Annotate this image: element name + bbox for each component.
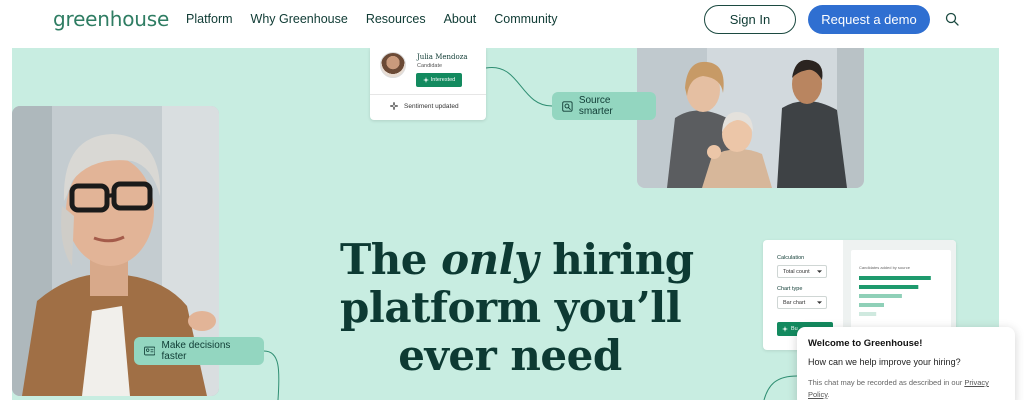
chart-bar <box>859 285 919 289</box>
source-smarter-pill: Source smarter <box>552 92 656 120</box>
nav-platform[interactable]: Platform <box>186 11 233 27</box>
pill-label: Make decisions faster <box>161 340 231 362</box>
search-icon[interactable] <box>945 12 959 26</box>
id-card-icon <box>144 346 156 356</box>
card-divider <box>370 94 486 95</box>
chart-title: Candidates added by source <box>859 265 910 270</box>
photo-illustration <box>637 48 864 188</box>
bar-chart <box>859 276 931 316</box>
chart-type-label: Chart type <box>777 286 803 292</box>
interested-badge: Interested <box>416 73 462 87</box>
headline-word: hiring <box>552 235 694 284</box>
chat-widget[interactable]: Welcome to Greenhouse! How can we help i… <box>797 327 1015 400</box>
chat-note-text: This chat may be recorded as described i… <box>808 378 965 387</box>
candidate-role: Candidate <box>417 63 443 69</box>
headline-line-3: ever need <box>398 331 622 380</box>
candidate-name: Julia Mendoza <box>417 53 468 61</box>
candidate-card: Julia Mendoza Candidate Interested Senti… <box>370 48 486 120</box>
greenhouse-logo[interactable]: greenhouse <box>53 7 169 31</box>
chart-bar <box>859 303 884 307</box>
sign-in-button[interactable]: Sign In <box>704 5 796 34</box>
make-decisions-pill: Make decisions faster <box>134 337 264 365</box>
headline-word: The <box>340 235 428 284</box>
headline-emphasis: only <box>441 235 539 284</box>
search-profile-icon <box>562 100 573 112</box>
chevron-down-icon <box>817 300 822 304</box>
chart-type-value: Bar chart <box>783 299 806 306</box>
nav-why-greenhouse[interactable]: Why Greenhouse <box>251 11 348 27</box>
sparkle-icon <box>782 326 788 332</box>
calculation-select[interactable]: Total count <box>777 265 827 278</box>
pill-label: Source smarter <box>578 95 613 117</box>
main-nav: Platform Why Greenhouse Resources About … <box>186 11 575 27</box>
chat-question: How can we help improve your hiring? <box>808 357 961 367</box>
sentiment-label: Sentiment updated <box>404 102 459 110</box>
calculation-label: Calculation <box>777 255 805 261</box>
sentiment-status: Sentiment updated <box>390 102 459 110</box>
sparkle-icon <box>422 77 429 83</box>
chat-note-end: . <box>827 390 830 399</box>
sparkle-icon <box>390 102 398 110</box>
chart-bar <box>859 294 902 298</box>
calculation-value: Total count <box>783 268 810 275</box>
chart-type-select[interactable]: Bar chart <box>777 296 827 309</box>
candidate-avatar <box>380 52 406 78</box>
chevron-down-icon <box>817 269 822 273</box>
site-header: greenhouse Platform Why Greenhouse Resou… <box>0 0 1024 48</box>
headline-line-2: platform you’ll <box>340 283 682 332</box>
headline-line-1: The only hiring <box>340 235 694 284</box>
nav-about[interactable]: About <box>444 11 477 27</box>
chat-title: Welcome to Greenhouse! <box>808 338 923 349</box>
chart-bar <box>859 276 931 280</box>
hero-photo-colleagues <box>637 48 864 188</box>
chart-bar <box>859 312 877 316</box>
nav-resources[interactable]: Resources <box>366 11 426 27</box>
nav-community[interactable]: Community <box>494 11 557 27</box>
chat-privacy-note: This chat may be recorded as described i… <box>808 377 1008 400</box>
request-demo-button[interactable]: Request a demo <box>808 5 930 34</box>
hero-headline: The only hiring platform you’ll ever nee… <box>340 235 694 380</box>
badge-label: Interested <box>430 77 456 83</box>
